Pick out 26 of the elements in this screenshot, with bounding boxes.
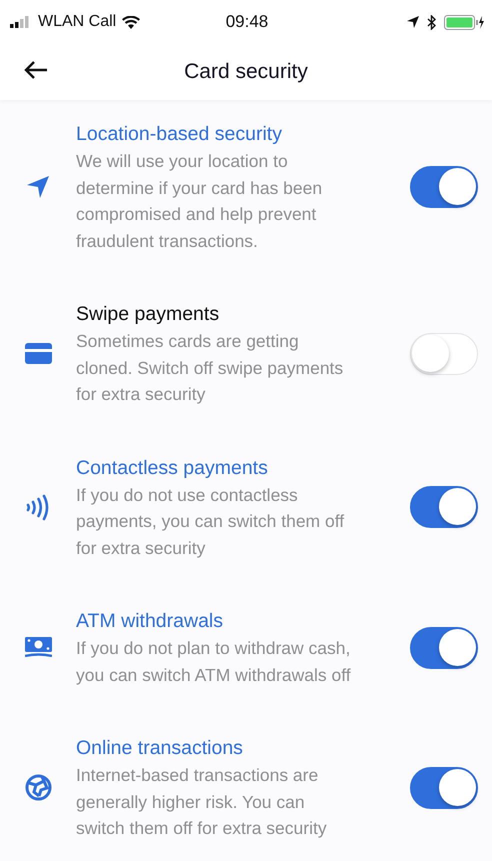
setting-description: Sometimes cards are getting cloned. Switch off swipe payments for extra security [76,330,344,406]
toggle-switch[interactable] [410,486,478,528]
status-time: 09:48 [226,12,268,32]
bluetooth-icon [426,14,436,30]
setting-title: Contactless payments [76,456,269,480]
globe-icon [24,774,52,802]
setting-title: Location-based security [76,122,283,147]
setting-title: Swipe payments [76,302,220,327]
screen-title: Card security [184,60,308,84]
location-arrow-icon [406,16,419,28]
setting-title: ATM withdrawals [76,609,224,634]
cash-icon [24,636,52,658]
toggle-switch[interactable] [410,626,478,668]
setting-description: If you do not plan to withdraw cash, you can switch ATM withdrawals off [76,637,351,687]
carrier-name: WLAN Call [38,13,116,31]
battery-icon [444,14,484,30]
contactless-icon [26,494,50,521]
toggle-switch[interactable] [410,166,478,208]
setting-title: Online transactions [76,736,244,761]
card-icon [24,343,52,364]
toggle-switch[interactable] [410,766,478,809]
navigation-arrow-icon [26,175,50,199]
wifi-icon [122,16,140,28]
setting-description: We will use your location to determine if your card has been compromised and help prevent fraudulent transactions. [76,150,324,252]
setting-description: If you do not use contactless payments, you can switch them off for extra security [76,484,346,560]
setting-description: Internet-based transactions are generally higher risk. You can switch them off for extra security [76,764,328,840]
